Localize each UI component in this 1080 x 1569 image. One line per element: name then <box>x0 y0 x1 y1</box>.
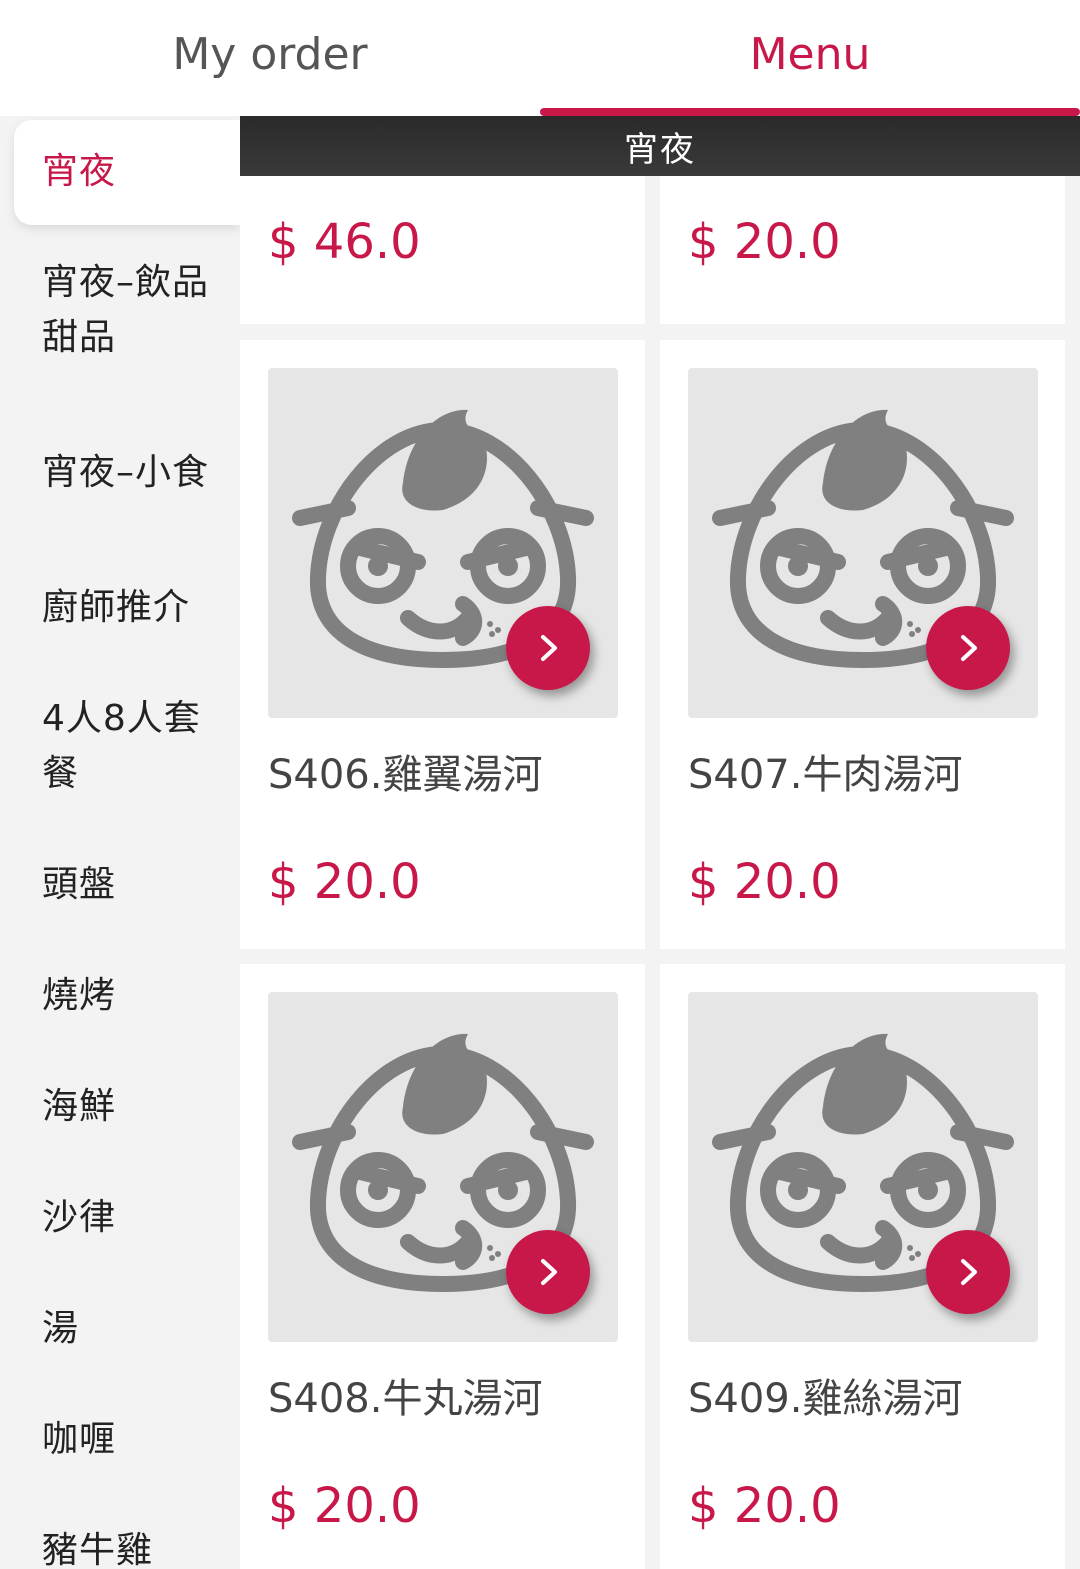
sidebar-item-soup[interactable]: 湯 <box>0 1245 240 1356</box>
sidebar-item-bbq[interactable]: 燒烤 <box>0 912 240 1023</box>
category-sidebar: 宵夜 宵夜–飲品甜品 宵夜–小食 廚師推介 4人8人套餐 頭盤 燒烤 海鮮 沙律… <box>0 116 240 1569</box>
item-name: S407.牛肉湯河 <box>688 752 963 798</box>
menu-item-card[interactable]: S409.雞絲湯河 $ 20.0 <box>660 964 1065 1569</box>
item-image[interactable] <box>688 992 1038 1342</box>
sidebar-item-late-night-drinks-desserts[interactable]: 宵夜–飲品甜品 <box>0 225 240 389</box>
sidebar-item-seafood[interactable]: 海鮮 <box>0 1023 240 1134</box>
sidebar-item-set-meals[interactable]: 4人8人套餐 <box>0 635 240 801</box>
item-image[interactable] <box>268 368 618 718</box>
sidebar-item-late-night-snacks[interactable]: 宵夜–小食 <box>0 389 240 524</box>
view-item-button[interactable] <box>506 606 590 690</box>
sidebar-item-appetizers[interactable]: 頭盤 <box>0 801 240 912</box>
menu-content: 宵夜 $ 46.0 $ 20.0 S406.雞翼湯河 $ 20.0 S407.牛… <box>240 116 1080 1569</box>
item-price: $ 46.0 <box>268 214 421 270</box>
item-name: S406.雞翼湯河 <box>268 752 543 798</box>
sidebar-item-chef-recommend[interactable]: 廚師推介 <box>0 524 240 635</box>
tab-menu[interactable]: Menu <box>540 0 1080 116</box>
section-title: 宵夜 <box>624 129 696 170</box>
sidebar-item-pork-beef-chicken[interactable]: 豬牛雞 <box>0 1467 240 1569</box>
item-price: $ 20.0 <box>268 1478 421 1534</box>
section-header: 宵夜 <box>240 116 1080 176</box>
menu-item-card[interactable]: S406.雞翼湯河 $ 20.0 <box>240 340 645 949</box>
item-price: $ 20.0 <box>688 854 841 910</box>
item-name: S408.牛丸湯河 <box>268 1376 543 1422</box>
item-image[interactable] <box>268 992 618 1342</box>
item-image[interactable] <box>688 368 1038 718</box>
tab-my-order[interactable]: My order <box>0 0 540 116</box>
menu-item-card[interactable]: $ 20.0 <box>660 176 1065 324</box>
sidebar-item-salad[interactable]: 沙律 <box>0 1134 240 1245</box>
item-name: S409.雞絲湯河 <box>688 1376 963 1422</box>
top-tab-bar: My order Menu <box>0 0 1080 116</box>
chevron-right-icon <box>541 1259 557 1285</box>
item-price: $ 20.0 <box>688 214 841 270</box>
menu-item-card[interactable]: $ 46.0 <box>240 176 645 324</box>
menu-item-card[interactable]: S407.牛肉湯河 $ 20.0 <box>660 340 1065 949</box>
chevron-right-icon <box>541 635 557 661</box>
item-price: $ 20.0 <box>688 1478 841 1534</box>
view-item-button[interactable] <box>926 606 1010 690</box>
menu-item-card[interactable]: S408.牛丸湯河 $ 20.0 <box>240 964 645 1569</box>
item-price: $ 20.0 <box>268 854 421 910</box>
sidebar-item-late-night[interactable]: 宵夜 <box>14 120 240 225</box>
view-item-button[interactable] <box>926 1230 1010 1314</box>
chevron-right-icon <box>961 1259 977 1285</box>
sidebar-item-curry[interactable]: 咖喱 <box>0 1356 240 1467</box>
chevron-right-icon <box>961 635 977 661</box>
view-item-button[interactable] <box>506 1230 590 1314</box>
